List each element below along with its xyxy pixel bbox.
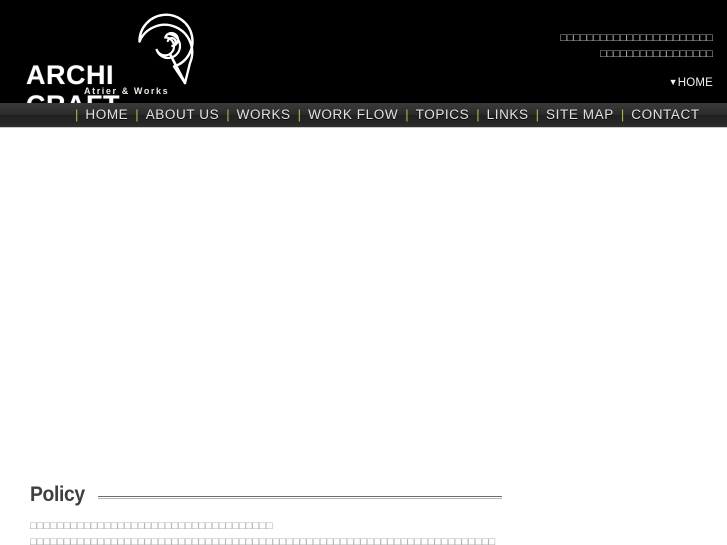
policy-text: □□□□□□□□□□□□□□□□□□□□□□□□□□□□□□□□□□□□ □□□… bbox=[30, 518, 502, 545]
main-navigation: | HOME | ABOUT US | WORKS | WORK FLOW | … bbox=[0, 103, 727, 128]
header-tagline-line-2: □□□□□□□□□□□□□□□□□ bbox=[600, 48, 713, 60]
page-root: ARCHI CRAFT Atrier & Works □□□□□□□□□□□□□… bbox=[0, 0, 727, 545]
nav-item-about-us[interactable]: ABOUT US bbox=[146, 108, 220, 122]
header-tagline: □□□□□□□□□□□□□□□□□□□□□□□ □□□□□□□□□□□□□□□□… bbox=[373, 30, 713, 62]
site-logo[interactable]: ARCHI CRAFT Atrier & Works bbox=[26, 8, 226, 120]
nav-item-links[interactable]: LINKS bbox=[487, 108, 529, 122]
nav-separator: | bbox=[620, 107, 625, 122]
caret-down-icon: ▼ bbox=[668, 77, 678, 87]
policy-title: Policy bbox=[30, 483, 85, 506]
header-home-link[interactable]: ▼HOME bbox=[669, 77, 713, 89]
main-content: Policy □□□□□□□□□□□□□□□□□□□□□□□□□□□□□□□□□… bbox=[0, 128, 727, 545]
header-home-label: HOME bbox=[677, 77, 713, 89]
nav-item-contact[interactable]: CONTACT bbox=[631, 108, 699, 122]
nav-separator: | bbox=[297, 107, 302, 122]
nav-item-site-map[interactable]: SITE MAP bbox=[546, 108, 614, 122]
nav-separator: | bbox=[135, 107, 139, 122]
nav-item-topics[interactable]: TOPICS bbox=[416, 108, 470, 122]
logo-tagline: Atrier & Works bbox=[84, 86, 170, 96]
policy-section: Policy □□□□□□□□□□□□□□□□□□□□□□□□□□□□□□□□□… bbox=[30, 484, 502, 545]
policy-line-2: □□□□□□□□□□□□□□□□□□□□□□□□□□□□□□□□□□□□□□□□… bbox=[30, 536, 496, 545]
nav-separator: | bbox=[75, 107, 79, 122]
nav-item-home[interactable]: HOME bbox=[85, 108, 128, 122]
nav-separator: | bbox=[226, 107, 230, 122]
nav-item-works[interactable]: WORKS bbox=[237, 108, 291, 122]
nav-separator: | bbox=[405, 107, 409, 122]
nav-items: | HOME | ABOUT US | WORKS | WORK FLOW | … bbox=[68, 108, 700, 122]
policy-divider bbox=[98, 495, 502, 499]
header-tagline-line-1: □□□□□□□□□□□□□□□□□□□□□□□ bbox=[560, 32, 713, 44]
policy-line-1: □□□□□□□□□□□□□□□□□□□□□□□□□□□□□□□□□□□□ bbox=[30, 520, 273, 532]
policy-heading: Policy bbox=[30, 484, 502, 506]
nav-separator: | bbox=[535, 107, 540, 122]
nav-item-work-flow[interactable]: WORK FLOW bbox=[308, 108, 398, 122]
nav-separator: | bbox=[476, 107, 480, 122]
site-header: ARCHI CRAFT Atrier & Works □□□□□□□□□□□□□… bbox=[0, 0, 727, 120]
